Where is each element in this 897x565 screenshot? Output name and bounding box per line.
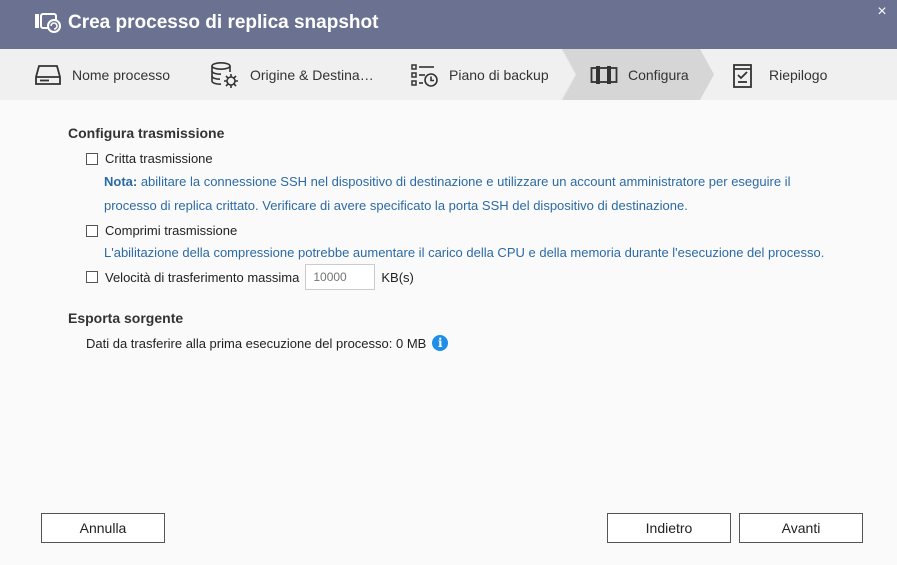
step-label: Riepilogo: [769, 66, 828, 83]
max-speed-checkbox[interactable]: [86, 271, 98, 283]
wizard-content: Configura trasmissione Critta trasmissio…: [0, 100, 897, 565]
max-speed-label: Velocità di trasferimento massima: [105, 269, 300, 285]
step-origine-destinazione[interactable]: Origine & Destina…: [210, 49, 374, 100]
settings-panel-icon: [590, 65, 618, 84]
max-speed-unit: KB(s): [381, 269, 414, 285]
step-label: Configura: [628, 66, 689, 83]
encrypt-transmission-row: Critta trasmissione: [86, 151, 213, 166]
section-title-transmission: Configura trasmissione: [68, 125, 225, 141]
section-title-export-source: Esporta sorgente: [68, 310, 184, 326]
database-gear-icon: [211, 61, 238, 88]
title-bar: Crea processo di replica snapshot ×: [0, 0, 897, 49]
step-piano-di-backup[interactable]: Piano di backup: [410, 49, 549, 100]
drive-icon: [35, 64, 61, 85]
clipboard-check-icon: [733, 63, 752, 88]
step-label: Piano di backup: [449, 66, 549, 83]
wizard-steps: Nome processo Origine & Destina… Piano d…: [0, 49, 897, 100]
compress-transmission-row: Comprimi trasmissione: [86, 223, 237, 238]
window-title: Crea processo di replica snapshot: [68, 12, 379, 33]
snapshot-replica-icon: [35, 13, 61, 33]
step-label: Nome processo: [72, 66, 171, 83]
info-icon[interactable]: i: [432, 335, 449, 351]
encrypt-note: Nota: abilitare la connessione SSH nel d…: [104, 170, 790, 218]
close-icon[interactable]: ×: [874, 3, 890, 21]
encrypt-transmission-label: Critta trasmissione: [105, 151, 213, 166]
encrypt-note-line2: processo di replica crittato. Verificare…: [104, 198, 688, 213]
export-data-row: Dati da trasferire alla prima esecuzione…: [86, 335, 449, 351]
cancel-button[interactable]: Annulla: [41, 513, 165, 543]
step-label: Origine & Destina…: [250, 66, 374, 83]
step-configura[interactable]: Configura: [590, 49, 689, 100]
max-speed-input[interactable]: [305, 264, 376, 290]
compress-transmission-checkbox[interactable]: [86, 224, 98, 237]
next-button[interactable]: Avanti: [739, 513, 863, 543]
encrypt-note-prefix: Nota:: [104, 174, 138, 189]
step-riepilogo[interactable]: Riepilogo: [730, 49, 827, 100]
back-button[interactable]: Indietro: [607, 513, 731, 543]
compress-note: L'abilitazione della compressione potreb…: [104, 245, 825, 260]
max-speed-row: Velocità di trasferimento massima KB(s): [86, 264, 414, 290]
export-data-text: Dati da trasferire alla prima esecuzione…: [86, 335, 427, 351]
step-nome-processo[interactable]: Nome processo: [34, 49, 170, 100]
encrypt-note-line1: abilitare la connessione SSH nel disposi…: [137, 174, 791, 189]
schedule-list-icon: [411, 63, 438, 87]
encrypt-transmission-checkbox[interactable]: [86, 152, 98, 165]
compress-transmission-label: Comprimi trasmissione: [105, 223, 238, 238]
